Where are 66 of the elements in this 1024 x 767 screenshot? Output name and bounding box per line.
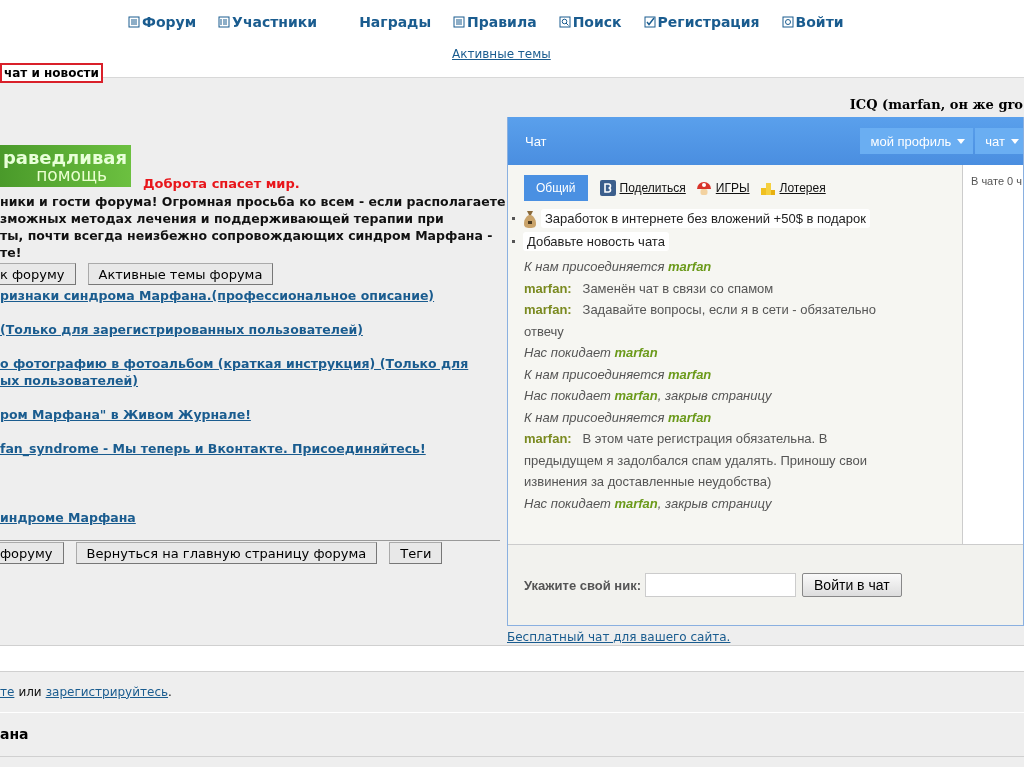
login-link[interactable]: те — [0, 684, 15, 699]
chat-tab[interactable]: Лотерея — [779, 181, 826, 195]
online-count: В чате 0 ч — [971, 175, 1022, 187]
nav-link[interactable]: Регистрация — [643, 11, 760, 33]
chat-tab[interactable]: ИГРЫ — [715, 181, 750, 195]
chat-news-item[interactable]: Заработок в интернете без вложений +50$ в подарок — [541, 209, 870, 228]
topic-link[interactable]: о фотографию в фотоальбом (краткая инструкция) (Только для — [0, 355, 469, 372]
announcement-text: ты, почти всегда неизбежно сопровождающих синдром Марфана - — [0, 227, 494, 244]
forum-button[interactable]: Вернуться на главную страницу форума — [75, 542, 378, 564]
nav-link[interactable]: Форум — [128, 11, 197, 33]
forum-button[interactable]: Активные темы форума — [87, 263, 274, 285]
checkbox-icon — [643, 16, 656, 28]
nav-link[interactable]: Поиск — [558, 11, 622, 33]
chat-event: К нам присоединяется marfan — [524, 258, 713, 276]
chat-news-item[interactable]: Добавьте новость чата — [523, 232, 669, 251]
topic-link[interactable]: ром Марфана" в Живом Журнале! — [0, 406, 251, 423]
nav-link[interactable]: Участники — [218, 11, 318, 33]
announcement-text: ники и гости форума! Огромная просьба ко всем - если располагаете — [0, 193, 507, 210]
enter-chat-button[interactable]: Войти в чат — [802, 573, 902, 597]
book-icon — [218, 16, 231, 28]
money-bag-icon — [523, 209, 537, 228]
icq-text: ICQ (marfan, он же gro — [849, 97, 1023, 112]
topic-link[interactable]: fan_syndrome - Мы теперь и Вконтакте. Присоединяйтесь! — [0, 440, 426, 457]
topic-link[interactable]: индроме Марфана — [0, 509, 136, 526]
announcement-text: те! — [0, 244, 23, 261]
chat-event: Нас покидает marfan — [524, 344, 659, 362]
chat-event: Нас покидает marfan, закрыв страницу — [524, 494, 773, 513]
forum-button[interactable]: форуму — [0, 542, 64, 564]
chat-event: Нас покидает marfan, закрыв страницу — [524, 387, 773, 405]
nav-link[interactable]: Правила — [453, 11, 537, 33]
login-text: или — [18, 684, 42, 699]
period-text: . — [168, 684, 172, 699]
nick-input[interactable] — [645, 573, 797, 597]
search-icon — [558, 16, 571, 28]
banner: раведливая помощь — [0, 145, 131, 187]
chat-message: marfan: Заменён чат в связи со спамом — [524, 279, 775, 298]
chat-event: К нам присоединяется marfan — [524, 408, 713, 427]
topic-link[interactable]: (Только для зарегистрированных пользователей) — [0, 321, 363, 338]
caret-icon — [957, 138, 966, 144]
free-chat-link[interactable]: Бесплатный чат для вашего сайта. — [507, 630, 731, 644]
nick-label: Укажите свой ник: — [524, 577, 642, 593]
vk-icon — [599, 180, 616, 196]
topic-link[interactable]: ризнаки синдрома Марфана.(профессиональное описание) — [0, 287, 435, 304]
section-title: ана — [0, 726, 29, 743]
nav-link[interactable]: Войти — [781, 11, 844, 33]
active-topics-link[interactable]: Активные темы — [452, 47, 551, 61]
slogan-text: Доброта спасет мир. — [143, 176, 300, 191]
chat-message: marfan: В этом чате регистрация обязательна. В предыдущем я задолбался спам удалять. Приношу свои извинения за доставленные неудобства) — [524, 430, 868, 491]
forum-button[interactable]: к форуму — [0, 263, 76, 285]
nav-link[interactable]: Награды — [357, 11, 432, 33]
caret-icon — [1011, 138, 1019, 144]
bullet-icon — [512, 240, 515, 243]
chat-tab[interactable]: Поделиться — [619, 181, 686, 195]
chat-event: К нам присоединяется marfan — [524, 365, 713, 384]
chat-message: marfan: Задавайте вопросы, если я в сети - обязательно отвечу — [524, 301, 877, 341]
list-icon — [128, 16, 140, 28]
chat-title: Чат — [525, 133, 547, 149]
mushroom-icon — [695, 180, 712, 196]
coins-icon — [759, 180, 776, 196]
announcement-text: зможных методах лечения и поддерживающей терапии при — [0, 210, 445, 227]
forum-button[interactable]: Теги — [389, 542, 443, 564]
section-tab[interactable]: чат и новости — [0, 63, 103, 83]
list-icon — [453, 16, 466, 28]
bullet-icon — [512, 217, 515, 220]
topic-link[interactable]: ых пользователей) — [0, 372, 139, 389]
login-icon — [781, 16, 794, 28]
